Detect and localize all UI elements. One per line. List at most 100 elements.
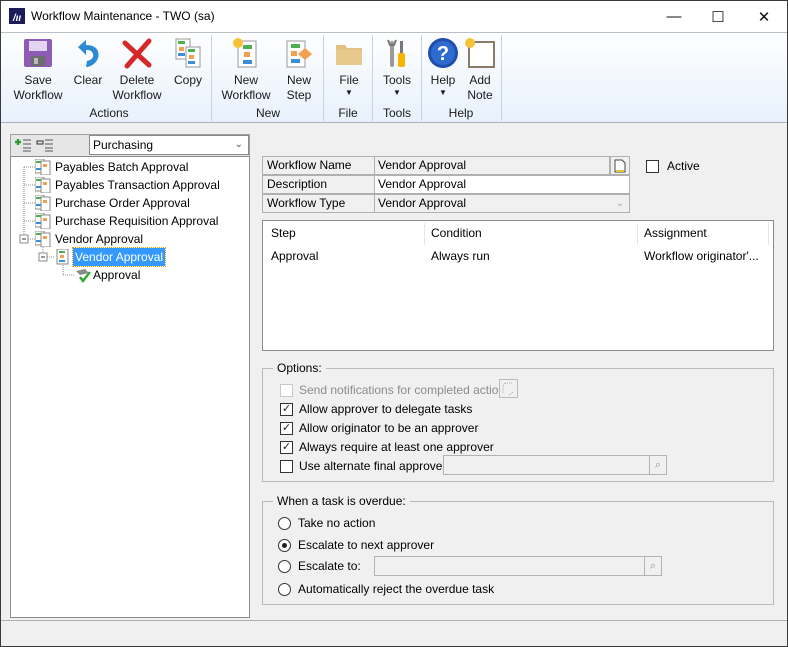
tree-node-vendor-approval-type[interactable]: Vendor Approval: [55, 230, 143, 248]
workflow-type-icon: [34, 194, 51, 212]
tree-node-purchase-order-approval[interactable]: Purchase Order Approval: [55, 194, 190, 212]
title-bar: /ıı Workflow Maintenance - TWO (sa) — ☐ …: [1, 1, 787, 32]
collapse-all-icon[interactable]: [36, 137, 54, 153]
group-label-tools: Tools: [382, 106, 411, 120]
close-icon: ✕: [757, 8, 771, 26]
column-separator: [424, 223, 425, 245]
alternate-approver-field: [443, 455, 650, 475]
workflow-type-icon: [34, 230, 51, 248]
description-input[interactable]: Vendor Approval: [374, 175, 630, 194]
dropdown-caret-icon: ▼: [345, 88, 353, 97]
option-allow-delegate[interactable]: ✓ Allow approver to delegate tasks: [280, 400, 472, 418]
add-note-icon: [464, 37, 496, 69]
tree-node-approval-step[interactable]: Approval: [93, 266, 140, 284]
note-icon: [614, 159, 626, 172]
approval-step-icon: [75, 267, 91, 283]
clear-button[interactable]: Clear: [69, 37, 107, 105]
workflow-name-label: Workflow Name: [262, 156, 374, 175]
copy-button[interactable]: Copy: [168, 37, 208, 105]
option-alternate-final-approver[interactable]: Use alternate final approver: [280, 457, 446, 475]
minimize-button[interactable]: —: [651, 1, 697, 32]
escalate-to-radio[interactable]: [278, 559, 291, 573]
group-label-actions: Actions: [89, 106, 129, 120]
workflow-type-icon: [34, 212, 51, 230]
expand-all-icon[interactable]: [14, 137, 32, 153]
group-label-help: Help: [448, 106, 474, 120]
group-separator: [501, 35, 502, 121]
window-title: Workflow Maintenance - TWO (sa): [31, 9, 215, 23]
escalate-next-radio[interactable]: [278, 538, 291, 552]
workflow-tree[interactable]: Payables Batch Approval Payables Transac…: [10, 156, 250, 618]
overdue-legend: When a task is overdue:: [273, 494, 410, 508]
maximize-icon: ☐: [711, 8, 725, 26]
notification-settings-icon: [502, 382, 514, 396]
active-checkbox-row[interactable]: Active: [646, 159, 700, 173]
workflow-type-label: Workflow Type: [262, 194, 374, 213]
cell-condition: Always run: [431, 249, 490, 263]
delete-x-icon: [121, 37, 153, 69]
new-workflow-button[interactable]: New Workflow: [217, 37, 275, 105]
maximize-button[interactable]: ☐: [695, 1, 741, 32]
active-checkbox[interactable]: [646, 159, 659, 173]
save-floppy-icon: [22, 37, 54, 69]
category-dropdown[interactable]: Purchasing ⌄: [89, 135, 249, 155]
options-legend: Options:: [273, 361, 326, 375]
chevron-down-icon: ⌄: [234, 139, 243, 150]
steps-grid: Step Condition Assignment Approval Alway…: [262, 220, 774, 351]
note-button[interactable]: [610, 156, 630, 175]
new-step-icon: [283, 37, 315, 69]
workflow-type-dropdown: Vendor Approval ⌄: [374, 194, 630, 213]
option-require-approver[interactable]: ✓ Always require at least one approver: [280, 438, 494, 456]
add-note-button[interactable]: Add Note: [462, 37, 498, 105]
option-allow-originator[interactable]: ✓ Allow originator to be an approver: [280, 419, 478, 437]
active-label: Active: [667, 159, 700, 173]
tree-node-purchase-requisition-approval[interactable]: Purchase Requisition Approval: [55, 212, 218, 230]
take-no-action-radio[interactable]: [278, 516, 291, 530]
escalate-to-field: [374, 556, 645, 576]
new-step-button[interactable]: New Step: [279, 37, 319, 105]
column-separator: [768, 223, 769, 245]
group-separator: [323, 35, 324, 121]
help-menu-button[interactable]: ? Help ▼: [424, 37, 462, 105]
tools-icon: [381, 37, 413, 69]
close-button[interactable]: ✕: [741, 1, 787, 32]
allow-delegate-checkbox[interactable]: ✓: [280, 402, 293, 416]
workflow-type-icon: [34, 158, 51, 176]
dynamics-logo-icon: /ıı: [9, 8, 25, 24]
help-icon: ?: [427, 37, 459, 69]
chevron-down-icon: ⌄: [615, 198, 624, 209]
tree-node-payables-transaction-approval[interactable]: Payables Transaction Approval: [55, 176, 220, 194]
allow-originator-checkbox[interactable]: ✓: [280, 421, 293, 435]
send-notifications-checkbox: [280, 383, 293, 397]
cell-assignment: Workflow originator'...: [644, 249, 759, 263]
lookup-icon: ⌕: [649, 559, 657, 572]
column-header-condition[interactable]: Condition: [431, 225, 482, 245]
svg-text:?: ?: [437, 43, 449, 65]
group-separator: [372, 35, 373, 121]
file-menu-button[interactable]: File ▼: [329, 37, 369, 105]
group-label-file: File: [338, 106, 358, 120]
tree-node-vendor-approval-workflow-selected[interactable]: Vendor Approval: [71, 247, 167, 267]
delete-workflow-button[interactable]: Delete Workflow: [108, 37, 166, 105]
save-workflow-button[interactable]: Save Workflow: [9, 37, 67, 105]
require-approver-checkbox[interactable]: ✓: [280, 440, 293, 454]
tools-menu-button[interactable]: Tools ▼: [377, 37, 417, 105]
option-send-notifications: Send notifications for completed actions: [280, 381, 511, 399]
auto-reject-radio[interactable]: [278, 582, 291, 596]
alternate-final-approver-checkbox[interactable]: [280, 459, 293, 473]
copy-workflow-icon: [172, 37, 204, 69]
tree-node-payables-batch-approval[interactable]: Payables Batch Approval: [55, 158, 188, 176]
overdue-option-auto-reject[interactable]: Automatically reject the overdue task: [278, 580, 494, 598]
workflow-icon: [55, 248, 71, 265]
overdue-option-take-no-action[interactable]: Take no action: [278, 514, 375, 532]
overdue-option-escalate-to[interactable]: Escalate to:: [278, 557, 361, 575]
cell-step: Approval: [271, 249, 319, 263]
grid-row[interactable]: Approval Always run Workflow originator'…: [263, 246, 773, 266]
overdue-option-escalate-next[interactable]: Escalate to next approver: [278, 536, 434, 554]
column-header-assignment[interactable]: Assignment: [644, 225, 707, 245]
workflow-name-field: Vendor Approval: [374, 156, 610, 175]
ribbon: Save Workflow Clear Delete Workflow Copy…: [1, 32, 787, 123]
folder-icon: [333, 37, 365, 69]
column-header-step[interactable]: Step: [271, 225, 296, 245]
dropdown-caret-icon: ▼: [439, 88, 447, 97]
